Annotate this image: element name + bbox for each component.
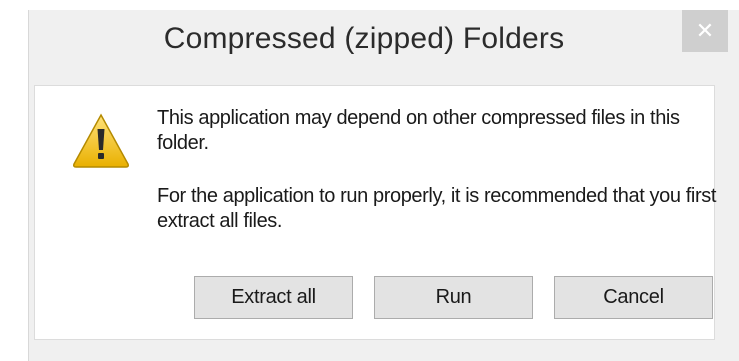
dialog-window: Compressed (zipped) Folders ✕ This appli… (28, 10, 739, 361)
message-secondary: For the application to run properly, it … (157, 185, 716, 232)
warning-icon (73, 113, 129, 168)
message-primary: This application may depend on other com… (157, 107, 680, 154)
extract-all-button[interactable]: Extract all (194, 276, 353, 319)
cancel-button[interactable]: Cancel (554, 276, 713, 319)
run-button[interactable]: Run (374, 276, 533, 319)
close-icon: ✕ (695, 18, 715, 43)
close-button[interactable]: ✕ (682, 10, 728, 52)
dialog-title: Compressed (zipped) Folders (163, 22, 565, 55)
title-bar[interactable]: Compressed (zipped) Folders (29, 10, 739, 84)
dialog-content: This application may depend on other com… (34, 85, 716, 340)
